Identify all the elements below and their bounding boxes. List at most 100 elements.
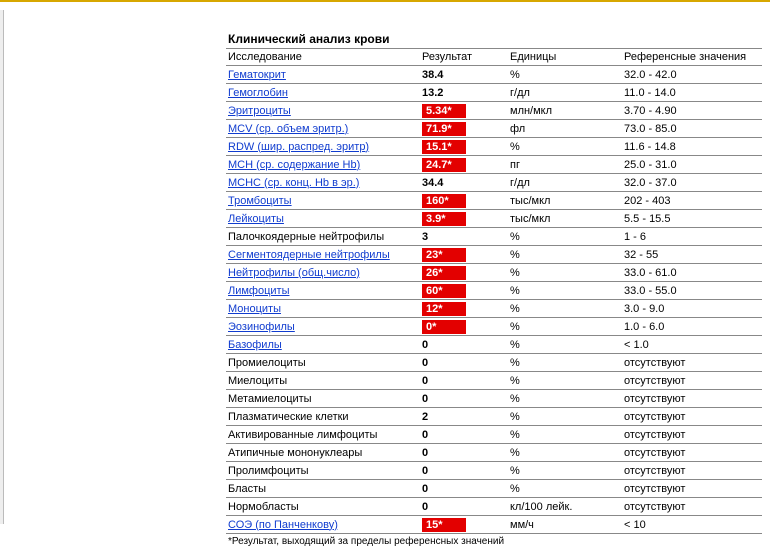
result-value: 0: [422, 429, 428, 441]
reference-cell: отсутствуют: [622, 408, 762, 426]
test-name: Миелоциты: [228, 375, 287, 387]
test-name[interactable]: Моноциты: [228, 303, 281, 315]
units-cell: %: [508, 354, 622, 372]
units-cell: млн/мкл: [508, 102, 622, 120]
test-name[interactable]: Тромбоциты: [228, 195, 292, 207]
units-cell: г/дл: [508, 84, 622, 102]
report-document: Клинический анализ крови Исследование Ре…: [226, 30, 762, 549]
units-cell: %: [508, 246, 622, 264]
reference-cell: 73.0 - 85.0: [622, 120, 762, 138]
table-row: Плазматические клетки2%отсутствуют: [226, 408, 762, 426]
table-row: Нейтрофилы (общ.число)26*%33.0 - 61.0: [226, 264, 762, 282]
reference-cell: 32.0 - 42.0: [622, 66, 762, 84]
reference-cell: отсутствуют: [622, 480, 762, 498]
table-row: Гематокрит38.4%32.0 - 42.0: [226, 66, 762, 84]
reference-cell: 32.0 - 37.0: [622, 174, 762, 192]
test-name[interactable]: Лимфоциты: [228, 285, 289, 297]
test-name[interactable]: Гемоглобин: [228, 87, 288, 99]
reference-cell: 3.70 - 4.90: [622, 102, 762, 120]
test-name[interactable]: RDW (шир. распред. эритр): [228, 141, 369, 153]
units-cell: %: [508, 462, 622, 480]
test-name: Атипичные мононуклеары: [228, 447, 362, 459]
reference-cell: 3.0 - 9.0: [622, 300, 762, 318]
reference-cell: отсутствуют: [622, 390, 762, 408]
test-name[interactable]: Лейкоциты: [228, 213, 284, 225]
test-name[interactable]: Базофилы: [228, 339, 282, 351]
test-name: Активированные лимфоциты: [228, 429, 377, 441]
result-value: 13.2: [422, 87, 443, 99]
units-cell: г/дл: [508, 174, 622, 192]
result-value: 0: [422, 465, 428, 477]
reference-cell: 1 - 6: [622, 228, 762, 246]
reference-cell: 25.0 - 31.0: [622, 156, 762, 174]
result-value: 0: [422, 393, 428, 405]
reference-cell: 11.0 - 14.0: [622, 84, 762, 102]
table-row: Атипичные мононуклеары0%отсутствуют: [226, 444, 762, 462]
table-row: Миелоциты0%отсутствуют: [226, 372, 762, 390]
result-flagged: 24.7*: [422, 158, 466, 172]
test-name[interactable]: MCHC (ср. конц. Hb в эр.): [228, 177, 359, 189]
test-name[interactable]: Эозинофилы: [228, 321, 295, 333]
table-row: СОЭ (по Панченкову)15*мм/ч< 10: [226, 516, 762, 534]
report-title: Клинический анализ крови: [226, 30, 762, 49]
table-row: Сегментоядерные нейтрофилы 23*%32 - 55: [226, 246, 762, 264]
reference-cell: отсутствуют: [622, 372, 762, 390]
units-cell: тыс/мкл: [508, 192, 622, 210]
units-cell: кл/100 лейк.: [508, 498, 622, 516]
table-row: Моноциты12*%3.0 - 9.0: [226, 300, 762, 318]
result-flagged: 23*: [422, 248, 466, 262]
reference-cell: отсутствуют: [622, 426, 762, 444]
test-name: Метамиелоциты: [228, 393, 312, 405]
window-top-border: [0, 0, 770, 2]
units-cell: %: [508, 480, 622, 498]
table-row: Промиелоциты0%отсутствуют: [226, 354, 762, 372]
result-flagged: 160*: [422, 194, 466, 208]
table-row: Базофилы0%< 1.0: [226, 336, 762, 354]
test-name: Нормобласты: [228, 501, 299, 513]
result-value: 0: [422, 339, 428, 351]
table-row: Лимфоциты60*%33.0 - 55.0: [226, 282, 762, 300]
units-cell: фл: [508, 120, 622, 138]
units-cell: %: [508, 408, 622, 426]
test-name[interactable]: Гематокрит: [228, 69, 286, 81]
test-name: Пролимфоциты: [228, 465, 309, 477]
result-flagged: 60*: [422, 284, 466, 298]
reference-cell: 33.0 - 61.0: [622, 264, 762, 282]
units-cell: %: [508, 282, 622, 300]
units-cell: %: [508, 444, 622, 462]
table-row: Тромбоциты 160* тыс/мкл202 - 403: [226, 192, 762, 210]
test-name[interactable]: Эритроциты: [228, 105, 291, 117]
test-name[interactable]: Нейтрофилы (общ.число): [228, 267, 360, 279]
reference-cell: 5.5 - 15.5: [622, 210, 762, 228]
units-cell: %: [508, 228, 622, 246]
test-name[interactable]: MCV (ср. объем эритр.): [228, 123, 348, 135]
reference-cell: отсутствуют: [622, 444, 762, 462]
result-value: 34.4: [422, 177, 443, 189]
table-row: Эритроциты5.34*млн/мкл3.70 - 4.90: [226, 102, 762, 120]
result-value: 0: [422, 483, 428, 495]
col-header-test: Исследование: [226, 49, 420, 66]
result-flagged: 15.1*: [422, 140, 466, 154]
table-header-row: Исследование Результат Единицы Референсн…: [226, 49, 762, 66]
reference-cell: 32 - 55: [622, 246, 762, 264]
units-cell: %: [508, 426, 622, 444]
table-row: Эозинофилы0*%1.0 - 6.0: [226, 318, 762, 336]
table-row: Гемоглобин 13.2 г/дл11.0 - 14.0: [226, 84, 762, 102]
units-cell: %: [508, 390, 622, 408]
units-cell: тыс/мкл: [508, 210, 622, 228]
test-name[interactable]: СОЭ (по Панченкову): [228, 519, 338, 531]
units-cell: %: [508, 318, 622, 336]
table-row: Пролимфоциты0%отсутствуют: [226, 462, 762, 480]
test-name[interactable]: Сегментоядерные нейтрофилы: [228, 249, 390, 261]
reference-cell: 202 - 403: [622, 192, 762, 210]
result-flagged: 12*: [422, 302, 466, 316]
units-cell: %: [508, 264, 622, 282]
table-row: MCH (ср. содержание Hb)24.7*пг25.0 - 31.…: [226, 156, 762, 174]
test-name[interactable]: MCH (ср. содержание Hb): [228, 159, 360, 171]
result-value: 2: [422, 411, 428, 423]
result-value: 0: [422, 357, 428, 369]
units-cell: %: [508, 138, 622, 156]
table-row: Лейкоциты3.9*тыс/мкл5.5 - 15.5: [226, 210, 762, 228]
result-value: 3: [422, 231, 428, 243]
result-flagged: 15*: [422, 518, 466, 532]
